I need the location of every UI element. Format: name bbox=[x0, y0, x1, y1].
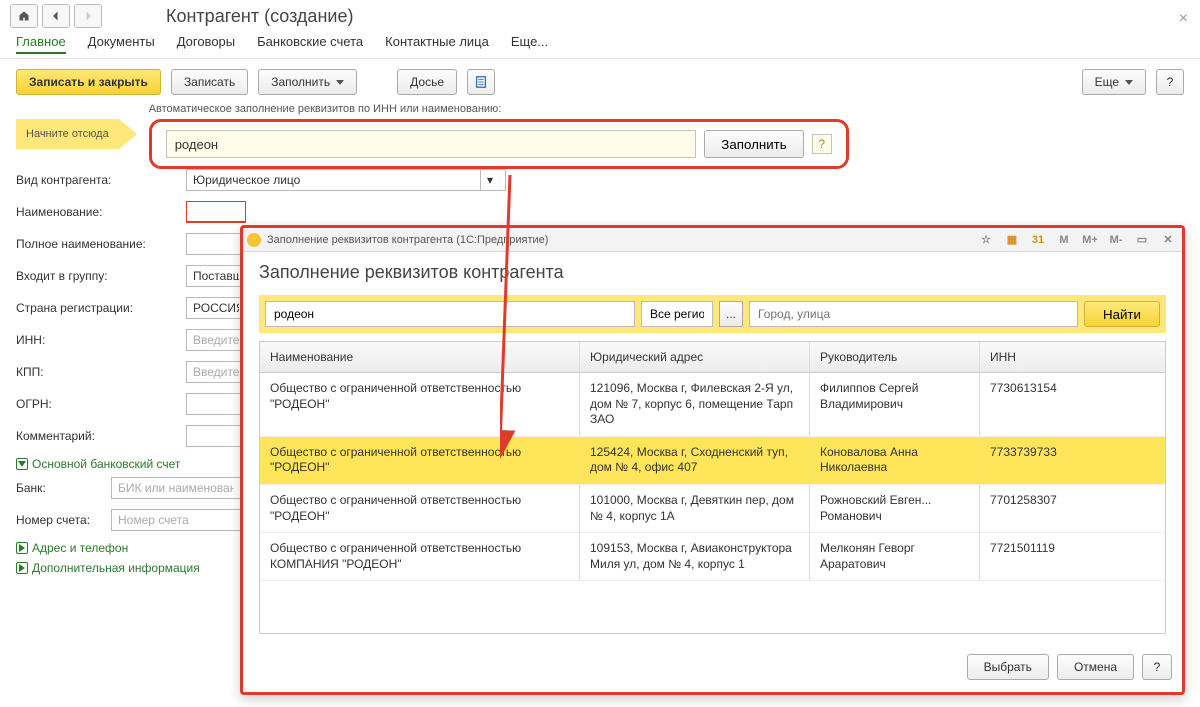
cell-inn: 7733739733 bbox=[980, 437, 1165, 484]
tab-contracts[interactable]: Договоры bbox=[177, 34, 235, 54]
cell-name: Общество с ограниченной ответственностью… bbox=[260, 437, 580, 484]
ogrn-input[interactable] bbox=[186, 393, 246, 415]
acct-label: Номер счета: bbox=[16, 513, 111, 527]
col-name[interactable]: Наименование bbox=[260, 342, 580, 372]
fill-modal: Заполнение реквизитов контрагента (1С:Пр… bbox=[240, 225, 1185, 695]
inn-fill-row: Заполнить ? bbox=[149, 119, 849, 169]
modal-heading: Заполнение реквизитов контрагента bbox=[259, 262, 1166, 283]
modal-m-button[interactable]: M bbox=[1054, 231, 1074, 249]
group-label: Входит в группу: bbox=[16, 269, 186, 283]
tab-main[interactable]: Главное bbox=[16, 34, 66, 54]
cell-name: Общество с ограниченной ответственностью… bbox=[260, 373, 580, 436]
cell-inn: 7721501119 bbox=[980, 533, 1165, 580]
more-dropdown[interactable]: Еще bbox=[1082, 69, 1146, 95]
dossier-button[interactable]: Досье bbox=[397, 69, 457, 95]
table-row[interactable]: Общество с ограниченной ответственностью… bbox=[260, 373, 1165, 437]
comment-label: Комментарий: bbox=[16, 429, 186, 443]
col-addr[interactable]: Юридический адрес bbox=[580, 342, 810, 372]
country-label: Страна регистрации: bbox=[16, 301, 186, 315]
cell-name: Общество с ограниченной ответственностью… bbox=[260, 533, 580, 580]
modal-calc-icon[interactable]: ▦ bbox=[1002, 231, 1022, 249]
help-button[interactable]: ? bbox=[1156, 69, 1184, 95]
inn-input[interactable] bbox=[186, 329, 246, 351]
cell-name: Общество с ограниченной ответственностью… bbox=[260, 485, 580, 532]
ogrn-label: ОГРН: bbox=[16, 397, 186, 411]
modal-close-icon[interactable]: ✕ bbox=[1158, 231, 1178, 249]
modal-choose-button[interactable]: Выбрать bbox=[967, 654, 1049, 680]
close-icon[interactable]: × bbox=[1179, 10, 1188, 28]
inn-fill-title: Автоматическое заполнение реквизитов по … bbox=[149, 103, 1184, 115]
cell-inn: 7730613154 bbox=[980, 373, 1165, 436]
cell-addr: 121096, Москва г, Филевская 2-Я ул, дом … bbox=[580, 373, 810, 436]
group-input[interactable] bbox=[186, 265, 246, 287]
start-here-label: Начните отсюда bbox=[16, 119, 119, 149]
comment-input[interactable] bbox=[186, 425, 246, 447]
modal-window-title: Заполнение реквизитов контрагента (1С:Пр… bbox=[267, 234, 548, 246]
report-icon-button[interactable] bbox=[467, 69, 495, 95]
name-label: Наименование: bbox=[16, 205, 186, 219]
inn-label: ИНН: bbox=[16, 333, 186, 347]
back-button[interactable] bbox=[42, 4, 70, 28]
col-inn[interactable]: ИНН bbox=[980, 342, 1165, 372]
table-row[interactable]: Общество с ограниченной ответственностью… bbox=[260, 437, 1165, 485]
kpp-input[interactable] bbox=[186, 361, 246, 383]
type-select[interactable]: Юридическое лицо▾ bbox=[186, 169, 506, 191]
modal-region-select[interactable] bbox=[641, 301, 713, 327]
modal-search-input[interactable] bbox=[265, 301, 635, 327]
cell-head: Рожновский Евген... Романович bbox=[810, 485, 980, 532]
country-input[interactable] bbox=[186, 297, 246, 319]
modal-city-input[interactable] bbox=[749, 301, 1078, 327]
col-head[interactable]: Руководитель bbox=[810, 342, 980, 372]
modal-minimize-icon[interactable]: ▭ bbox=[1132, 231, 1152, 249]
table-row[interactable]: Общество с ограниченной ответственностью… bbox=[260, 533, 1165, 581]
fullname-label: Полное наименование: bbox=[16, 237, 186, 251]
modal-mplus-button[interactable]: M+ bbox=[1080, 231, 1100, 249]
modal-find-button[interactable]: Найти bbox=[1084, 301, 1160, 327]
page-title: Контрагент (создание) bbox=[166, 6, 353, 27]
fullname-input[interactable] bbox=[186, 233, 246, 255]
modal-help-button[interactable]: ? bbox=[1142, 654, 1172, 680]
modal-favorite-icon[interactable]: ☆ bbox=[976, 231, 996, 249]
type-label: Вид контрагента: bbox=[16, 173, 186, 187]
tab-more[interactable]: Еще... bbox=[511, 34, 548, 54]
table-row[interactable]: Общество с ограниченной ответственностью… bbox=[260, 485, 1165, 533]
modal-cancel-button[interactable]: Отмена bbox=[1057, 654, 1134, 680]
caret-down-icon bbox=[336, 80, 344, 85]
inn-fill-button[interactable]: Заполнить bbox=[704, 130, 803, 158]
cell-head: Мелконян Геворг Араратович bbox=[810, 533, 980, 580]
inn-fill-input[interactable] bbox=[166, 130, 697, 158]
cell-addr: 125424, Москва г, Сходненский туп, дом №… bbox=[580, 437, 810, 484]
save-close-button[interactable]: Записать и закрыть bbox=[16, 69, 161, 95]
modal-region-more-button[interactable]: ... bbox=[719, 301, 743, 327]
bank-label: Банк: bbox=[16, 481, 111, 495]
tab-contacts[interactable]: Контактные лица bbox=[385, 34, 489, 54]
cell-addr: 101000, Москва г, Девяткин пер, дом № 4,… bbox=[580, 485, 810, 532]
app-1c-icon bbox=[247, 233, 261, 247]
cell-head: Филиппов Сергей Владимирович bbox=[810, 373, 980, 436]
kpp-label: КПП: bbox=[16, 365, 186, 379]
tab-bank[interactable]: Банковские счета bbox=[257, 34, 363, 54]
inn-fill-help[interactable]: ? bbox=[812, 134, 832, 154]
cell-addr: 109153, Москва г, Авиаконструктора Миля … bbox=[580, 533, 810, 580]
caret-down-icon: ▾ bbox=[480, 170, 499, 190]
caret-down-icon bbox=[1125, 80, 1133, 85]
fill-dropdown[interactable]: Заполнить bbox=[258, 69, 357, 95]
cell-head: Коновалова Анна Николаевна bbox=[810, 437, 980, 484]
tab-docs[interactable]: Документы bbox=[88, 34, 155, 54]
modal-mminus-button[interactable]: M- bbox=[1106, 231, 1126, 249]
forward-button[interactable] bbox=[74, 4, 102, 28]
modal-calendar-icon[interactable]: 31 bbox=[1028, 231, 1048, 249]
name-input[interactable] bbox=[186, 201, 246, 223]
save-button[interactable]: Записать bbox=[171, 69, 248, 95]
acct-input[interactable] bbox=[111, 509, 241, 531]
bank-input[interactable] bbox=[111, 477, 241, 499]
cell-inn: 7701258307 bbox=[980, 485, 1165, 532]
home-button[interactable] bbox=[10, 4, 38, 28]
